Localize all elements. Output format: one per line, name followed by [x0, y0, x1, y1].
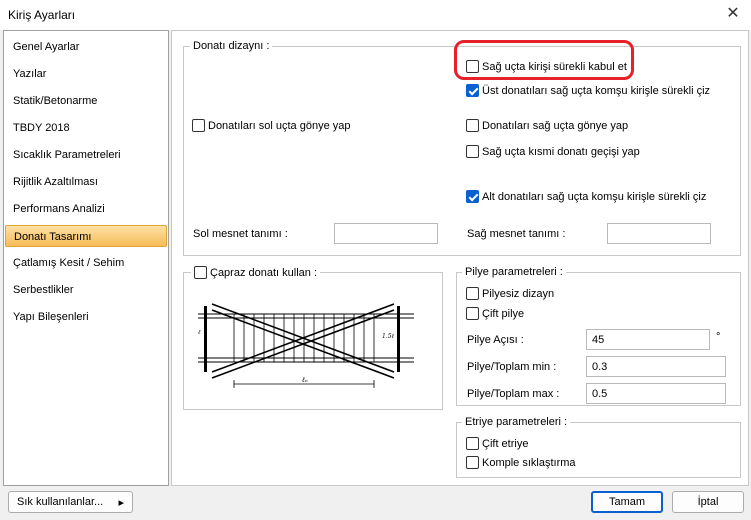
cift-pilye-checkbox[interactable]: Çift pilye [466, 307, 524, 320]
cift-etriye-checkbox[interactable]: Çift etriye [466, 437, 528, 450]
pilye-aci-unit: ° [716, 331, 721, 343]
cancel-button[interactable]: İptal [672, 491, 744, 513]
pilye-max-input[interactable] [586, 383, 726, 404]
sidebar-item-serbestlikler[interactable]: Serbestlikler [5, 279, 167, 301]
sidebar-item-donati-tasarimi[interactable]: Donatı Tasarımı [5, 225, 167, 247]
checkbox-box[interactable] [466, 437, 479, 450]
sag-kismi-checkbox[interactable]: Sağ uçta kısmi donatı geçişi yap [466, 145, 640, 158]
span-dimension-label: ℓₙ [301, 376, 308, 384]
sidebar-item-performans[interactable]: Performans Analizi [5, 198, 167, 220]
chevron-right-icon: ▸ [118, 496, 124, 509]
sol-gonye-label: Donatıları sol uçta gönye yap [208, 119, 351, 132]
ust-surekli-label: Üst donatıları sağ uçta komşu kirişle sü… [482, 84, 711, 97]
cift-etriye-label: Çift etriye [482, 437, 529, 450]
alt-surekli-checkbox[interactable]: Alt donatıları sağ uçta komşu kirişle sü… [466, 190, 706, 203]
sidebar-item-rijitlik[interactable]: Rijitlik Azaltılması [5, 171, 167, 193]
settings-sidebar: Genel Ayarlar Yazılar Statik/Betonarme T… [3, 30, 169, 486]
donati-dizayni-legend: Donatı dizaynı : [190, 40, 273, 52]
checkbox-box[interactable] [194, 266, 207, 279]
pilyesiz-checkbox[interactable]: Pilyesiz dizayn [466, 287, 554, 300]
checkbox-box[interactable] [466, 307, 479, 320]
sag-gonye-checkbox[interactable]: Donatıları sağ uçta gönye yap [466, 119, 628, 132]
sag-kismi-label: Sağ uçta kısmi donatı geçişi yap [482, 145, 640, 158]
alt-surekli-label: Alt donatıları sağ uçta komşu kirişle sü… [482, 190, 707, 203]
checkbox-box[interactable] [192, 119, 205, 132]
etriye-parametreleri-legend: Etriye parametreleri : [462, 416, 571, 428]
checkbox-box[interactable] [466, 287, 479, 300]
pilye-max-label: Pilye/Toplam max : [467, 388, 560, 400]
left-dimension-label: ℓ [198, 329, 201, 336]
ok-button[interactable]: Tamam [591, 491, 663, 513]
sidebar-item-yazilar[interactable]: Yazılar [5, 63, 167, 85]
pilye-aci-input[interactable] [586, 329, 710, 350]
sidebar-item-statik-betonarme[interactable]: Statik/Betonarme [5, 90, 167, 112]
sag-mesnet-input[interactable] [607, 223, 711, 244]
sidebar-item-genel-ayarlar[interactable]: Genel Ayarlar [5, 36, 167, 58]
sol-mesnet-label: Sol mesnet tanımı : [193, 228, 288, 240]
sol-gonye-checkbox[interactable]: Donatıları sol uçta gönye yap [192, 119, 350, 132]
window-title: Kiriş Ayarları [8, 8, 76, 22]
pilye-min-input[interactable] [586, 356, 726, 377]
sidebar-item-tbdy-2018[interactable]: TBDY 2018 [5, 117, 167, 139]
sol-mesnet-input[interactable] [334, 223, 438, 244]
checkbox-box-checked[interactable] [466, 190, 479, 203]
komple-siklastirma-label: Komple sıklaştırma [482, 456, 576, 469]
sag-mesnet-label: Sağ mesnet tanımı : [467, 228, 566, 240]
sag-gonye-label: Donatıları sağ uçta gönye yap [482, 119, 629, 132]
favorites-button[interactable]: Sık kullanılanlar... ▸ [8, 491, 133, 513]
pilye-min-label: Pilye/Toplam min : [467, 361, 557, 373]
sidebar-item-sicaklik[interactable]: Sıcaklık Parametreleri [5, 144, 167, 166]
capraz-donati-checkbox[interactable]: Çapraz donatı kullan : [191, 266, 321, 279]
checkbox-box[interactable] [466, 145, 479, 158]
capraz-donati-label: Çapraz donatı kullan : [210, 266, 318, 279]
pilye-parametreleri-legend: Pilye parametreleri : [462, 266, 566, 278]
title-bar [0, 0, 751, 30]
etriye-parametreleri-group [456, 422, 741, 478]
close-icon[interactable]: ✕ [723, 4, 743, 24]
komple-siklastirma-checkbox[interactable]: Komple sıklaştırma [466, 456, 576, 469]
checkbox-box[interactable] [466, 119, 479, 132]
diagonal-reinforcement-diagram: ℓₙ 1.5ℓ ℓ [198, 303, 414, 388]
pilyesiz-label: Pilyesiz dizayn [482, 287, 555, 300]
checkbox-box-checked[interactable] [466, 84, 479, 97]
sidebar-item-yapi-bilesenleri[interactable]: Yapı Bileşenleri [5, 306, 167, 328]
diagonal-dimension-label: 1.5ℓ [382, 333, 395, 340]
checkbox-box[interactable] [466, 456, 479, 469]
highlight-annotation [454, 40, 634, 80]
pilye-aci-label: Pilye Açısı : [467, 334, 524, 346]
ust-surekli-checkbox[interactable]: Üst donatıları sağ uçta komşu kirişle sü… [466, 84, 710, 97]
favorites-label: Sık kullanılanlar... [17, 496, 104, 508]
sidebar-item-catlamis-kesit[interactable]: Çatlamış Kesit / Sehim [5, 252, 167, 274]
cift-pilye-label: Çift pilye [482, 307, 525, 320]
